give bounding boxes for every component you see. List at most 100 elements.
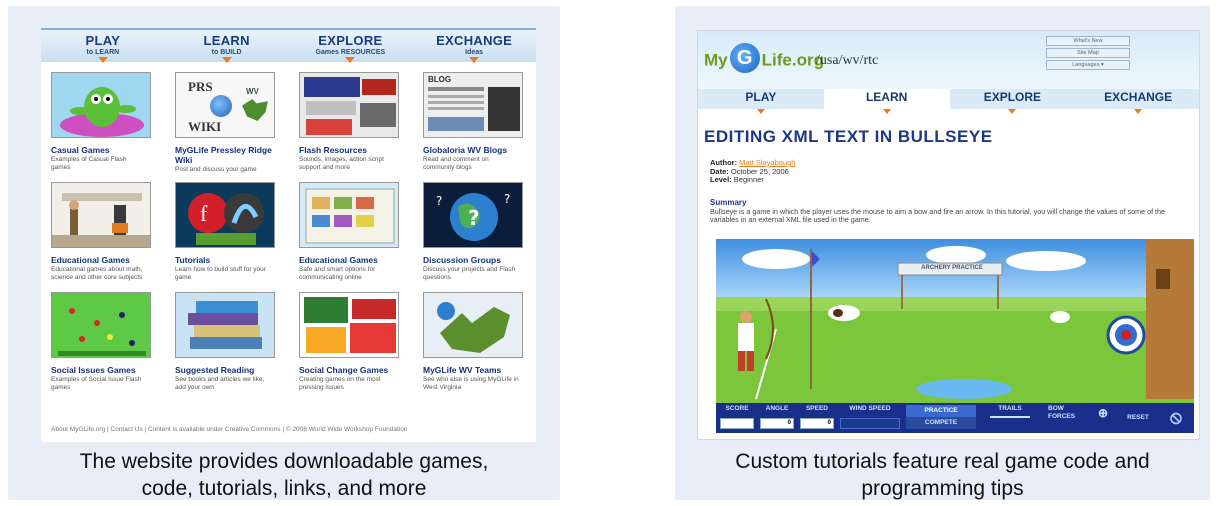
flash-resources-thumbnail[interactable] [299,72,399,138]
nav-label: EXCHANGE [1104,90,1173,104]
globe-logo-icon: G [729,43,760,73]
tile-flash-resources[interactable]: Flash Resources Sounds, images, action s… [289,72,399,182]
educational-resources-thumbnail[interactable] [299,182,399,248]
left-screenshot-panel: PLAY to LEARN LEARN to BUILD EXPLORE Gam… [8,6,560,500]
practice-button[interactable]: PRACTICE [906,405,976,417]
nav-explore[interactable]: EXPLORE Games RESOURCES [289,30,413,64]
nav-exchange[interactable]: EXCHANGE Ideas [412,30,536,64]
tile-suggested-reading[interactable]: Suggested Reading See books and articles… [165,292,275,402]
books-thumbnail[interactable] [175,292,275,358]
bow-label: BOW [1048,405,1064,412]
trails-button[interactable]: TRAILS [980,405,1040,431]
site-map-link[interactable]: Site Map [1046,48,1130,58]
tile-title[interactable]: Casual Games [51,145,151,155]
speed-value: 0 [800,418,834,429]
tile-title[interactable]: Tutorials [175,255,275,265]
nav-exchange[interactable]: EXCHANGE [1075,89,1199,114]
social-change-thumbnail[interactable] [299,292,399,358]
tile-educational-games[interactable]: Educational Games Educational games abou… [41,182,151,292]
nav-play[interactable]: PLAY to LEARN [41,30,165,64]
tile-title[interactable]: Educational Games [51,255,151,265]
nav-subtitle: Games RESOURCES [315,49,386,56]
tile-title[interactable]: MyGLife WV Teams [423,365,523,375]
tile-title[interactable]: Social Change Games [299,365,399,375]
nav-title: LEARN [203,33,250,48]
tile-social-change-games[interactable]: Social Change Games Creating games on th… [289,292,399,402]
tile-title[interactable]: Discussion Groups [423,255,523,265]
tile-title[interactable]: Flash Resources [299,145,399,155]
score-label: SCORE [725,405,749,412]
wiki-thumbnail[interactable]: PRS WIKI WV [175,72,275,138]
tile-column: PRS WIKI WV MyGLife Pressley Ridge Wiki … [165,72,275,402]
tile-description: Examples of Casual Flash games [51,156,127,171]
tile-title[interactable]: Suggested Reading [175,365,275,375]
header-links: What's New Site Map Languages ▾ [1046,36,1130,72]
tile-tutorials[interactable]: f Tutorials Learn how to build stuff for… [165,182,275,292]
level-value: Beginner [733,175,764,184]
whats-new-link[interactable]: What's New [1046,36,1130,46]
angle-display: ANGLE 0 [758,405,796,431]
nav-play[interactable]: PLAY [698,89,824,114]
wind-speed-meter [840,418,900,429]
nav-title: PLAY [85,33,121,48]
nav-explore[interactable]: EXPLORE [950,89,1076,114]
no-sound-icon[interactable]: ⦸ [1162,405,1190,431]
nav-learn[interactable]: LEARN to BUILD [165,30,289,64]
nav-label: PLAY [745,90,777,104]
main-nav: PLAY to LEARN LEARN to BUILD EXPLORE Gam… [41,28,536,64]
logo-text-rest: Life.org [761,50,824,70]
tutorials-thumbnail[interactable]: f [175,182,275,248]
arrow-down-icon [97,57,108,63]
tile-description: Learn how to build stuff for your game [175,266,266,281]
arrow-down-icon [1134,109,1143,114]
tile-educational-games-2[interactable]: Educational Games Safe and smart options… [289,182,399,292]
tile-social-issues-games[interactable]: Social Issues Games Examples of Social I… [41,292,151,402]
nav-title: EXCHANGE [436,33,513,48]
tile-description: Creating games on the most pressing issu… [299,376,381,391]
tile-description: Examples of Social Issue Flash games [51,376,142,391]
tile-description: Read and comment on community blogs [423,156,489,171]
tile-casual-games[interactable]: Casual Games Examples of Casual Flash ga… [41,72,151,182]
social-issues-games-thumbnail[interactable] [51,292,151,358]
angle-value: 0 [760,418,794,429]
svg-text:?: ? [468,206,480,230]
tile-description: Sounds, images, action script support an… [299,156,384,171]
discussion-globe-thumbnail[interactable]: ??? [423,182,523,248]
tile-title[interactable]: MyGLife Pressley Ridge Wiki [175,145,275,165]
tile-title[interactable]: Educational Games [299,255,399,265]
mode-toggle[interactable]: PRACTICE COMPETE [906,405,976,431]
trails-label: TRAILS [998,405,1022,412]
svg-text:?: ? [504,192,510,206]
educational-games-thumbnail[interactable] [51,182,151,248]
tile-discussion-groups[interactable]: ??? Discussion Groups Discuss your proje… [413,182,523,292]
tile-title[interactable]: Social Issues Games [51,365,151,375]
reset-button[interactable]: RESET [1118,405,1158,431]
bow-forces-button[interactable]: BOW FORCES ⊕ [1044,405,1114,431]
tile-description: See books and articles we like, add your… [175,376,265,391]
blog-thumbnail[interactable]: BLOG [423,72,523,138]
nav-title: EXPLORE [318,33,383,48]
casual-games-thumbnail[interactable] [51,72,151,138]
languages-link[interactable]: Languages ▾ [1046,60,1130,70]
tile-wv-teams[interactable]: MyGLife WV Teams See who else is using M… [413,292,523,402]
wind-speed-display: WIND SPEED [838,405,902,431]
wiki-label: WIKI [188,119,222,134]
nav-learn[interactable]: LEARN [823,89,950,114]
site-footer: About MyGLife.org | Contact Us | Content… [51,426,408,433]
compete-button[interactable]: COMPETE [906,417,976,429]
score-display: SCORE [718,405,756,431]
wv-map-thumbnail[interactable] [423,292,523,358]
nav-label: LEARN [865,90,908,104]
left-caption: The website provides downloadable games,… [8,448,560,502]
myglife-logo[interactable]: My G Life.org [704,43,824,73]
tile-pressley-ridge-wiki[interactable]: PRS WIKI WV MyGLife Pressley Ridge Wiki … [165,72,275,182]
angle-label: ANGLE [765,405,789,412]
nav-label: EXPLORE [983,90,1042,104]
main-nav: PLAY LEARN EXPLORE EXCHANGE [698,89,1199,114]
tile-globaloria-blogs[interactable]: BLOG Globaloria WV Blogs Read and commen… [413,72,523,182]
speed-display: SPEED 0 [798,405,836,431]
blog-label: BLOG [428,75,452,84]
tile-title[interactable]: Globaloria WV Blogs [423,145,523,155]
arrow-down-icon [882,109,891,114]
arrow-down-icon [345,57,356,63]
